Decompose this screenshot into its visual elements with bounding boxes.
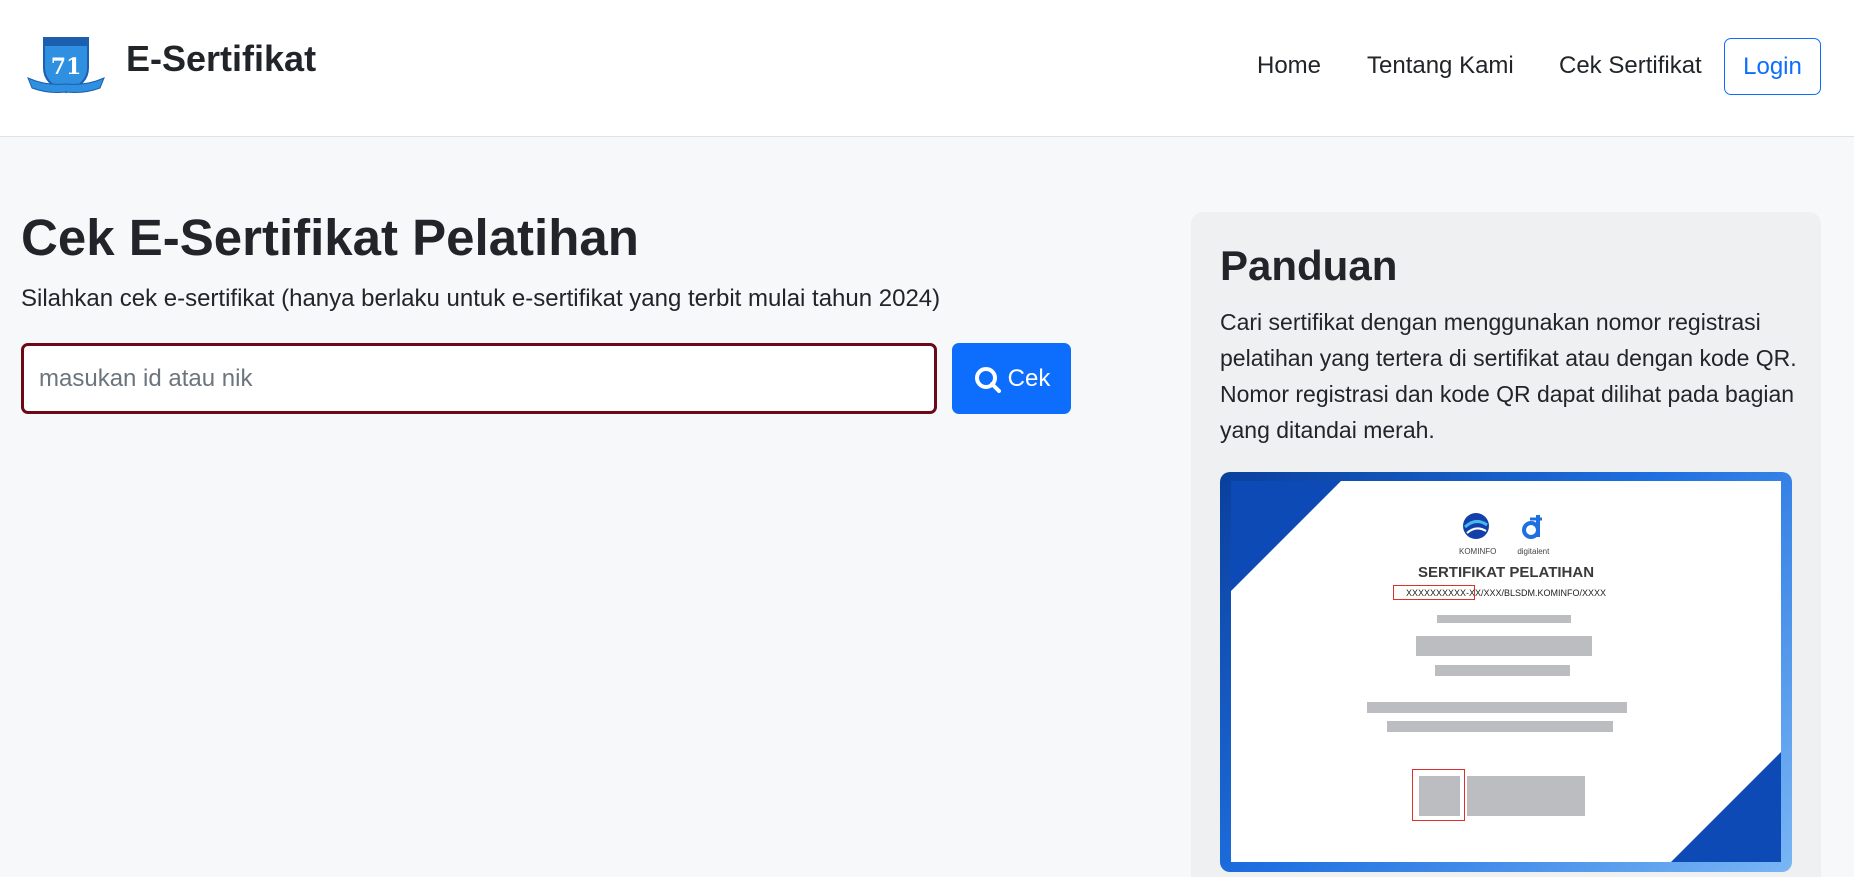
guide-card: Panduan Cari sertifikat dengan menggunak… bbox=[1191, 212, 1821, 877]
signature-placeholder bbox=[1467, 776, 1585, 816]
certificate-heading: SERTIFIKAT PELATIHAN bbox=[1417, 564, 1595, 581]
nav-link-cek-sertifikat[interactable]: Cek Sertifikat bbox=[1559, 52, 1702, 80]
qr-code-highlight bbox=[1412, 769, 1465, 821]
nav-link-tentang-kami[interactable]: Tentang Kami bbox=[1367, 52, 1514, 80]
guide-title: Panduan bbox=[1220, 242, 1398, 289]
login-button[interactable]: Login bbox=[1724, 38, 1821, 95]
cek-button[interactable]: Cek bbox=[952, 343, 1071, 414]
svg-text:71: 71 bbox=[51, 54, 82, 80]
digitalent-logo-icon bbox=[1522, 515, 1543, 539]
placeholder-line bbox=[1437, 615, 1571, 623]
navbar: 71 E-Sertifikat Home Tentang Kami Cek Se… bbox=[0, 0, 1854, 137]
placeholder-line bbox=[1435, 665, 1570, 676]
certificate-logos: KOMINFO digitalent bbox=[1459, 511, 1550, 556]
page-subtitle: Silahkan cek e-sertifikat (hanya berlaku… bbox=[21, 285, 941, 312]
placeholder-line bbox=[1387, 721, 1613, 732]
registration-number-highlight bbox=[1393, 585, 1475, 600]
school-logo[interactable]: 71 bbox=[26, 34, 106, 98]
kominfo-logo-label: KOMINFO bbox=[1459, 547, 1497, 556]
nav-link-home[interactable]: Home bbox=[1257, 52, 1321, 80]
kominfo-logo: KOMINFO bbox=[1459, 511, 1496, 556]
school-shield-icon: 71 bbox=[27, 37, 105, 94]
certificate-search-input[interactable] bbox=[21, 343, 937, 414]
digitalent-logo: digitalent bbox=[1516, 511, 1550, 556]
certificate-corner-decoration bbox=[1671, 752, 1781, 862]
certificate-registration-number: XXXXXXXXXX-XX/XXX/BLSDM.KOMINFO/XXXX bbox=[1405, 588, 1607, 598]
search-icon bbox=[974, 366, 1001, 393]
cek-button-label: Cek bbox=[1007, 364, 1051, 392]
page-title: Cek E-Sertifikat Pelatihan bbox=[21, 209, 639, 266]
brand-title[interactable]: E-Sertifikat bbox=[126, 38, 316, 80]
placeholder-line bbox=[1416, 636, 1592, 656]
certificate-paper: KOMINFO digitalent SERTIFIKAT PELATIHAN … bbox=[1231, 481, 1781, 862]
kominfo-logo-icon bbox=[1463, 513, 1489, 539]
digitalent-logo-label: digitalent bbox=[1517, 547, 1550, 556]
certificate-example-image: KOMINFO digitalent SERTIFIKAT PELATIHAN … bbox=[1220, 472, 1792, 872]
placeholder-line bbox=[1367, 702, 1627, 713]
guide-text: Cari sertifikat dengan menggunakan nomor… bbox=[1220, 309, 1797, 443]
